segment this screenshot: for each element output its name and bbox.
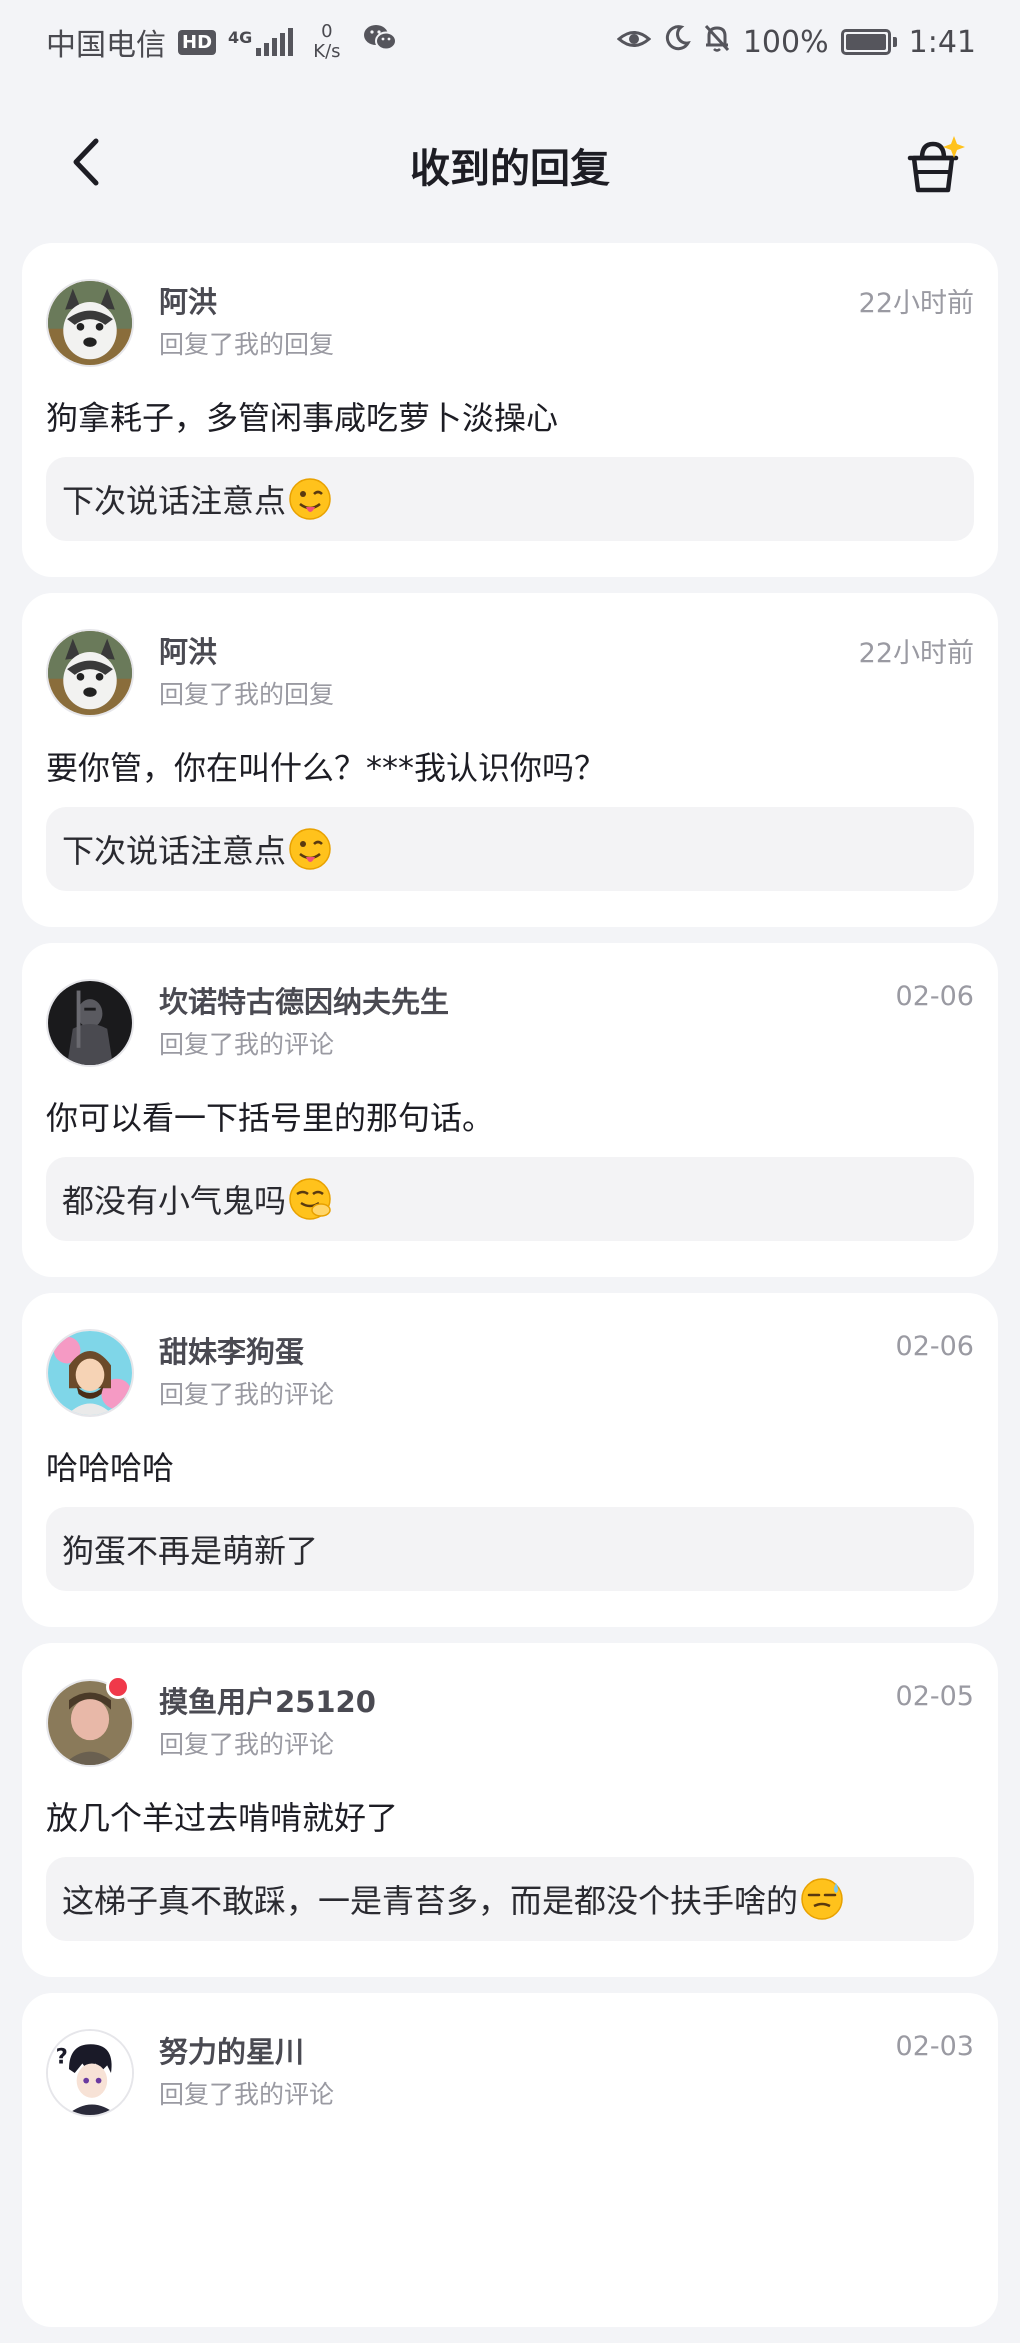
reply-card[interactable]: 阿洪 回复了我的回复 22小时前 要你管，你在叫什么？***我认识你吗？ 下次说… xyxy=(22,593,998,927)
battery-icon xyxy=(840,29,897,55)
chevron-left-icon xyxy=(66,137,106,191)
reply-action: 回复了我的评论 xyxy=(159,2080,335,2109)
quoted-comment[interactable]: 下次说话注意点 xyxy=(46,457,974,541)
sneaky-laugh-emoji xyxy=(288,1177,332,1221)
network-gen: 4G xyxy=(228,28,253,47)
reply-username[interactable]: 阿洪 xyxy=(159,629,217,671)
reply-content: 要你管，你在叫什么？***我认识你吗？ xyxy=(46,749,607,787)
wink-tongue-emoji xyxy=(288,477,332,521)
sweat-smile-emoji xyxy=(800,1877,844,1921)
reply-time: 22小时前 xyxy=(858,638,974,669)
reply-action: 回复了我的评论 xyxy=(159,1380,335,1409)
quoted-comment[interactable]: 下次说话注意点 xyxy=(46,807,974,891)
carrier-label: 中国电信 xyxy=(46,28,166,63)
quoted-text: 都没有小气鬼吗 xyxy=(62,1182,287,1220)
reply-time: 22小时前 xyxy=(858,288,974,319)
wechat-icon xyxy=(363,23,397,61)
back-button[interactable] xyxy=(58,136,114,192)
bell-muted-icon xyxy=(703,23,731,61)
reply-username[interactable]: 努力的星川 xyxy=(159,2029,304,2071)
reply-username[interactable]: 摸鱼用户25120 xyxy=(159,1679,376,1721)
svg-text:?: ? xyxy=(56,2044,68,2068)
hd-badge: HD xyxy=(178,29,217,55)
anime-avatar[interactable]: ? xyxy=(46,2029,134,2117)
reply-username[interactable]: 坎诺特古德因纳夫先生 xyxy=(159,979,449,1021)
reply-card[interactable]: ? 努力的星川 回复了我的评论 02-03 xyxy=(22,1993,998,2327)
unread-badge xyxy=(106,1675,130,1699)
net-speed-value: 0 xyxy=(321,21,333,42)
reply-time: 02-06 xyxy=(895,981,974,1012)
reply-time: 02-06 xyxy=(895,1331,974,1362)
quoted-comment[interactable]: 狗蛋不再是萌新了 xyxy=(46,1507,974,1591)
status-bar: 中国电信 HD 4G 0 K/s 100% 1:41 xyxy=(0,0,1020,84)
page-title: 收到的回复 xyxy=(410,146,610,192)
reply-content: 哈哈哈哈 xyxy=(46,1449,175,1487)
reply-action: 回复了我的回复 xyxy=(159,330,335,359)
reply-time: 02-03 xyxy=(895,2031,974,2062)
reply-card[interactable]: 阿洪 回复了我的回复 22小时前 狗拿耗子，多管闲事咸吃萝卜淡操心 下次说话注意… xyxy=(22,243,998,577)
battery-percent: 100% xyxy=(742,24,829,60)
reply-action: 回复了我的评论 xyxy=(159,1030,335,1059)
net-speed: 0 K/s xyxy=(313,22,340,62)
signal-icon: 4G xyxy=(228,28,294,56)
clock: 1:41 xyxy=(908,24,976,60)
knight-avatar[interactable] xyxy=(46,979,134,1067)
reply-content: 狗拿耗子，多管闲事咸吃萝卜淡操心 xyxy=(46,399,559,437)
quoted-text: 下次说话注意点 xyxy=(62,832,287,870)
basket-button[interactable] xyxy=(900,132,970,198)
reply-username[interactable]: 阿洪 xyxy=(159,279,217,321)
reply-card[interactable]: 摸鱼用户25120 回复了我的评论 02-05 放几个羊过去啃啃就好了 这梯子真… xyxy=(22,1643,998,1977)
reply-username[interactable]: 甜妹李狗蛋 xyxy=(159,1329,304,1371)
reply-list: 阿洪 回复了我的回复 22小时前 狗拿耗子，多管闲事咸吃萝卜淡操心 下次说话注意… xyxy=(22,243,998,2343)
net-speed-unit: K/s xyxy=(313,41,341,62)
reply-card[interactable]: 坎诺特古德因纳夫先生 回复了我的评论 02-06 你可以看一下括号里的那句话。 … xyxy=(22,943,998,1277)
quoted-comment[interactable]: 都没有小气鬼吗 xyxy=(46,1157,974,1241)
reply-content: 放几个羊过去啃啃就好了 xyxy=(46,1799,399,1837)
quoted-text: 下次说话注意点 xyxy=(62,482,287,520)
moon-icon xyxy=(663,24,691,60)
wink-tongue-emoji xyxy=(288,827,332,871)
eye-icon xyxy=(616,25,652,60)
husky-avatar[interactable] xyxy=(46,279,134,367)
reply-content: 你可以看一下括号里的那句话。 xyxy=(46,1099,495,1137)
reply-time: 02-05 xyxy=(895,1681,974,1712)
status-right: 100% 1:41 xyxy=(616,23,976,61)
quoted-comment[interactable]: 这梯子真不敢踩，一是青苔多，而是都没个扶手啥的 xyxy=(46,1857,974,1941)
sparkle-basket-icon xyxy=(900,136,970,202)
reply-card[interactable]: 甜妹李狗蛋 回复了我的评论 02-06 哈哈哈哈 狗蛋不再是萌新了 xyxy=(22,1293,998,1627)
app-header: 收到的回复 xyxy=(0,110,1020,220)
cartoon-avatar[interactable] xyxy=(46,1329,134,1417)
reply-action: 回复了我的回复 xyxy=(159,680,335,709)
reply-action: 回复了我的评论 xyxy=(159,1730,335,1759)
status-left: 中国电信 HD 4G 0 K/s xyxy=(46,20,397,64)
quoted-text: 这梯子真不敢踩，一是青苔多，而是都没个扶手啥的 xyxy=(62,1882,799,1920)
quoted-text: 狗蛋不再是萌新了 xyxy=(62,1532,319,1570)
husky-avatar[interactable] xyxy=(46,629,134,717)
